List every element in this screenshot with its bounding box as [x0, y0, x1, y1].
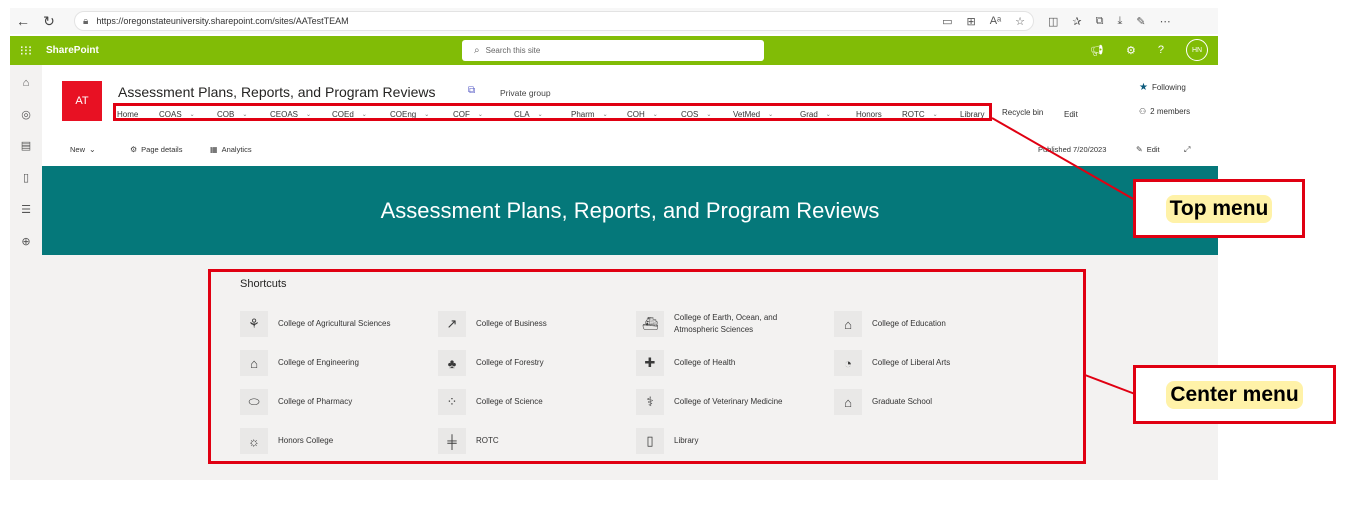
center-menu-connector [1084, 374, 1136, 395]
top-menu-callout: Top menu [1133, 179, 1305, 238]
top-menu-highlight [113, 103, 992, 121]
center-menu-highlight [208, 269, 1086, 464]
screenshot: ← ↻ 🔒︎ https://oregonstateuniversity.sha… [0, 0, 1354, 512]
top-menu-connector [991, 117, 1136, 201]
center-menu-callout-text: Center menu [1166, 380, 1303, 409]
top-menu-callout-text: Top menu [1165, 194, 1273, 223]
center-menu-callout: Center menu [1133, 365, 1336, 424]
